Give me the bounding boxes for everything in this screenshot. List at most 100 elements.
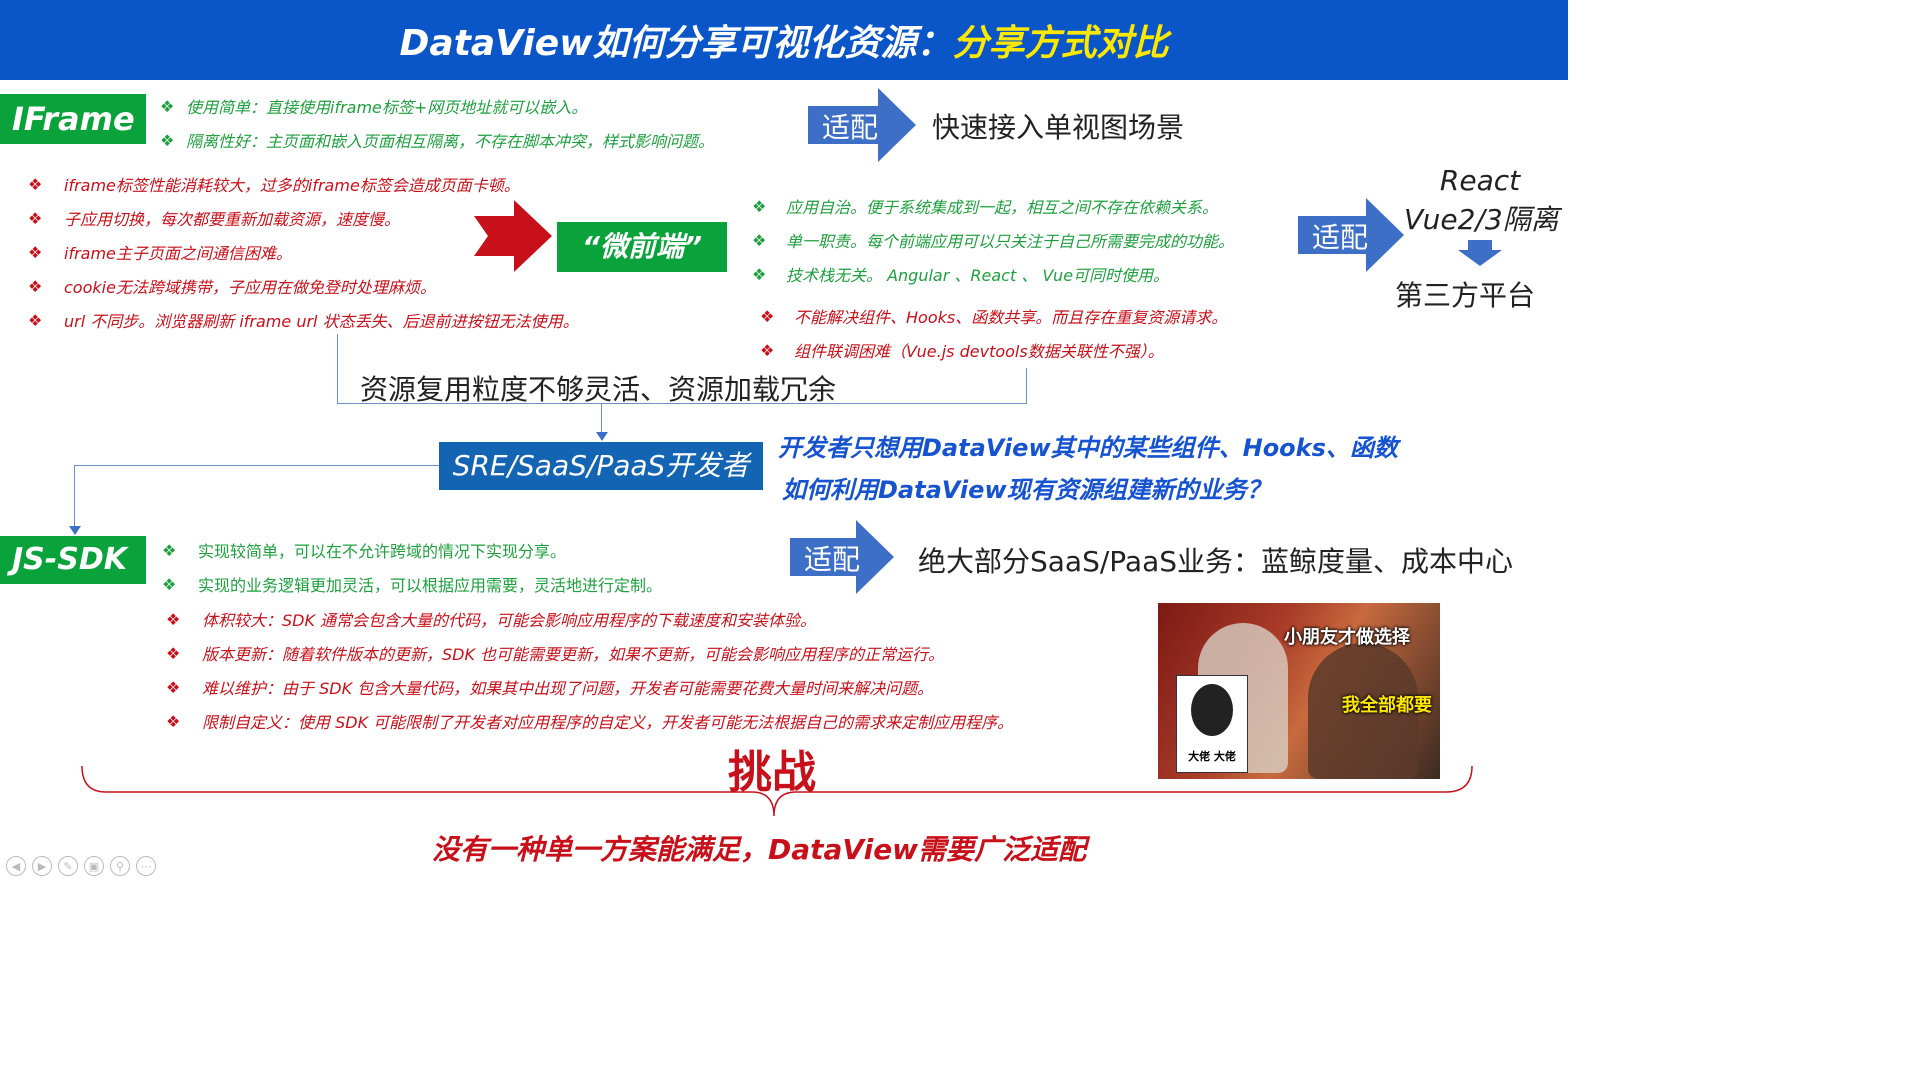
list-item-text: 隔离性好：主页面和嵌入页面相互隔离，不存在脚本冲突，样式影响问题。 bbox=[186, 132, 715, 151]
meme-caption-2: 我全部都要 bbox=[1342, 695, 1432, 716]
sdk-tag: JS-SDK bbox=[0, 536, 146, 584]
list-item: ❖ 实现的业务逻辑更加灵活，可以根据应用需要，灵活地进行定制。 bbox=[162, 572, 662, 596]
list-item-text: 体积较大：SDK 通常会包含大量的代码，可能会影响应用程序的下载速度和安装体验。 bbox=[202, 611, 817, 630]
bullet-icon: ❖ bbox=[760, 340, 775, 360]
list-item-text: cookie无法跨域携带，子应用在做免登时处理麻烦。 bbox=[64, 278, 436, 297]
meme-sticker-label: 大佬 大佬 bbox=[1188, 750, 1236, 763]
list-item-text: 实现的业务逻辑更加灵活，可以根据应用需要，灵活地进行定制。 bbox=[198, 576, 663, 595]
red-arrow-icon bbox=[474, 200, 552, 272]
bullet-icon: ❖ bbox=[760, 306, 775, 326]
list-item-text: 版本更新：随着软件版本的更新，SDK 也可能需要更新，如果不更新，可能会影响应用… bbox=[202, 645, 945, 664]
sdk-tag-label: JS-SDK bbox=[12, 542, 127, 577]
list-item-text: 子应用切换，每次都要重新加载资源，速度慢。 bbox=[64, 210, 401, 229]
bullet-icon: ❖ bbox=[28, 276, 43, 296]
developer-question-1: 开发者只想用DataView其中的某些组件、Hooks、函数 bbox=[778, 434, 1398, 462]
fit-arrow-iframe-label: 适配 bbox=[822, 111, 879, 144]
bullet-icon: ❖ bbox=[162, 540, 177, 560]
bracket-left bbox=[337, 334, 338, 404]
bullet-icon: ❖ bbox=[166, 643, 181, 663]
bullet-icon: ❖ bbox=[166, 711, 181, 731]
sdk-fit-text: 绝大部分SaaS/PaaS业务：蓝鲸度量、成本中心 bbox=[918, 545, 1514, 578]
list-item-text: 限制自定义：使用 SDK 可能限制了开发者对应用程序的自定义，开发者可能无法根据… bbox=[202, 713, 1014, 732]
bullet-icon: ❖ bbox=[28, 310, 43, 330]
micro-frontend-tag-label: “微前端” bbox=[581, 230, 703, 263]
pen-icon[interactable]: ✎ bbox=[58, 856, 78, 876]
fit-arrow-sdk-label: 适配 bbox=[804, 543, 861, 576]
list-item: ❖ 技术栈无关。 Angular 、React 、 Vue可同时使用。 bbox=[752, 262, 1234, 286]
title-main: DataView如何分享可视化资源： bbox=[399, 23, 953, 64]
list-item-text: iframe标签性能消耗较大，过多的iframe标签会造成页面卡顿。 bbox=[64, 176, 520, 195]
slides-icon[interactable]: ▣ bbox=[84, 856, 104, 876]
meme-caption-1: 小朋友才做选择 bbox=[1284, 627, 1410, 648]
list-item: ❖ iframe标签性能消耗较大，过多的iframe标签会造成页面卡顿。 bbox=[28, 172, 579, 196]
developer-question-2: 如何利用DataView现有资源组建新的业务？ bbox=[782, 476, 1271, 504]
micro-cons-list: ❖ 不能解决组件、Hooks、函数共享。而且存在重复资源请求。 ❖ 组件联调困难（V… bbox=[760, 304, 1227, 362]
list-item-text: 应用自治。便于系统集成到一起，相互之间不存在依赖关系。 bbox=[786, 198, 1219, 217]
list-item: ❖ 应用自治。便于系统集成到一起，相互之间不存在依赖关系。 bbox=[752, 194, 1234, 218]
meme-sticker-face-icon bbox=[1191, 684, 1233, 736]
list-item-text: iframe主子页面之间通信困难。 bbox=[64, 244, 292, 263]
iframe-fit-text: 快速接入单视图场景 bbox=[932, 111, 1185, 144]
list-item: ❖ 不能解决组件、Hooks、函数共享。而且存在重复资源请求。 bbox=[760, 304, 1227, 328]
conclusion: 没有一种单一方案能满足，DataView需要广泛适配 bbox=[432, 833, 1087, 866]
iframe-tag: IFrame bbox=[0, 94, 146, 144]
next-slide-icon[interactable]: ▶ bbox=[32, 856, 52, 876]
bullet-icon: ❖ bbox=[28, 242, 43, 262]
list-item: ❖ 难以维护：由于 SDK 包含大量代码，如果其中出现了问题，开发者可能需要花费大… bbox=[166, 675, 1013, 699]
more-icon[interactable]: ⋯ bbox=[136, 856, 156, 876]
bullet-icon: ❖ bbox=[752, 230, 767, 250]
bullet-icon: ❖ bbox=[166, 609, 181, 629]
micro-fit-line1: React bbox=[1439, 164, 1521, 197]
list-item: ❖ 组件联调困难（Vue.js devtools数据关联性不强）。 bbox=[760, 338, 1227, 362]
list-item-text: 实现较简单，可以在不允许跨域的情况下实现分享。 bbox=[198, 542, 567, 561]
list-item-text: 组件联调困难（Vue.js devtools数据关联性不强）。 bbox=[794, 342, 1164, 361]
list-item: ❖ 版本更新：随着软件版本的更新，SDK 也可能需要更新，如果不更新，可能会影响应… bbox=[166, 641, 1013, 665]
list-item: ❖ 体积较大：SDK 通常会包含大量的代码，可能会影响应用程序的下载速度和安装体验… bbox=[166, 607, 1013, 631]
bracket-right bbox=[1026, 368, 1027, 404]
bullet-icon: ❖ bbox=[28, 174, 43, 194]
meme-sticker: 大佬 大佬 bbox=[1176, 675, 1248, 773]
prev-slide-icon[interactable]: ◀ bbox=[6, 856, 26, 876]
bullet-icon: ❖ bbox=[160, 96, 175, 116]
micro-frontend-tag: “微前端” bbox=[557, 222, 727, 272]
list-item: ❖ 单一职责。每个前端应用可以只关注于自己所需要完成的功能。 bbox=[752, 228, 1234, 252]
meme-image: 小朋友才做选择 我全部都要 大佬 大佬 bbox=[1158, 603, 1440, 779]
list-item-text: 单一职责。每个前端应用可以只关注于自己所需要完成的功能。 bbox=[786, 232, 1235, 251]
list-item-text: 不能解决组件、Hooks、函数共享。而且存在重复资源请求。 bbox=[794, 308, 1228, 327]
connector-left-h bbox=[74, 465, 439, 466]
sdk-pros-list: ❖ 实现较简单，可以在不允许跨域的情况下实现分享。 ❖ 实现的业务逻辑更加灵活，可以… bbox=[162, 538, 662, 596]
page-title: DataView如何分享可视化资源：分享方式对比 bbox=[0, 14, 1568, 66]
sdk-cons-list: ❖ 体积较大：SDK 通常会包含大量的代码，可能会影响应用程序的下载速度和安装体验… bbox=[166, 607, 1013, 733]
connector-left-arrowhead-icon bbox=[69, 526, 81, 535]
list-item-text: 难以维护：由于 SDK 包含大量代码，如果其中出现了问题，开发者可能需要花费大量… bbox=[202, 679, 934, 698]
micro-pros-list: ❖ 应用自治。便于系统集成到一起，相互之间不存在依赖关系。 ❖ 单一职责。每个前端应… bbox=[752, 194, 1234, 286]
micro-fit-line2: Vue2/3隔离 bbox=[1404, 203, 1559, 236]
bullet-icon: ❖ bbox=[160, 130, 175, 150]
list-item: ❖ 限制自定义：使用 SDK 可能限制了开发者对应用程序的自定义，开发者可能无法根… bbox=[166, 709, 1013, 733]
developer-box: SRE/SaaS/PaaS开发者 bbox=[439, 442, 763, 490]
list-item: ❖ cookie无法跨域携带，子应用在做免登时处理麻烦。 bbox=[28, 274, 579, 298]
bullet-icon: ❖ bbox=[162, 574, 177, 594]
reuse-issue: 资源复用粒度不够灵活、资源加载冗余 bbox=[360, 373, 837, 406]
bullet-icon: ❖ bbox=[166, 677, 181, 697]
list-item: ❖ url 不同步。浏览器刷新 iframe url 状态丢失、后退前进按钮无法使… bbox=[28, 308, 579, 332]
zoom-icon[interactable]: ⚲ bbox=[110, 856, 130, 876]
challenge-brace bbox=[81, 765, 1473, 817]
connector-arrowhead-icon bbox=[596, 432, 608, 441]
list-item-text: url 不同步。浏览器刷新 iframe url 状态丢失、后退前进按钮无法使用… bbox=[64, 312, 579, 331]
developer-box-label: SRE/SaaS/PaaS开发者 bbox=[452, 449, 750, 482]
bullet-icon: ❖ bbox=[752, 196, 767, 216]
fit-arrow-micro-label: 适配 bbox=[1312, 221, 1369, 254]
list-item-text: 使用简单：直接使用iframe标签+网页地址就可以嵌入。 bbox=[186, 98, 588, 117]
micro-fit-line3: 第三方平台 bbox=[1395, 279, 1536, 312]
down-arrow-icon bbox=[1458, 240, 1502, 266]
iframe-tag-label: IFrame bbox=[12, 100, 135, 138]
bullet-icon: ❖ bbox=[752, 264, 767, 284]
connector-left-v bbox=[74, 465, 75, 529]
list-item-text: 技术栈无关。 Angular 、React 、 Vue可同时使用。 bbox=[786, 266, 1170, 285]
list-item: ❖ 使用简单：直接使用iframe标签+网页地址就可以嵌入。 bbox=[160, 94, 714, 118]
title-highlight: 分享方式对比 bbox=[952, 23, 1169, 64]
iframe-pros-list: ❖ 使用简单：直接使用iframe标签+网页地址就可以嵌入。 ❖ 隔离性好：主页面和… bbox=[160, 94, 714, 152]
slideshow-controls: ◀ ▶ ✎ ▣ ⚲ ⋯ bbox=[6, 856, 156, 876]
list-item: ❖ 实现较简单，可以在不允许跨域的情况下实现分享。 bbox=[162, 538, 662, 562]
